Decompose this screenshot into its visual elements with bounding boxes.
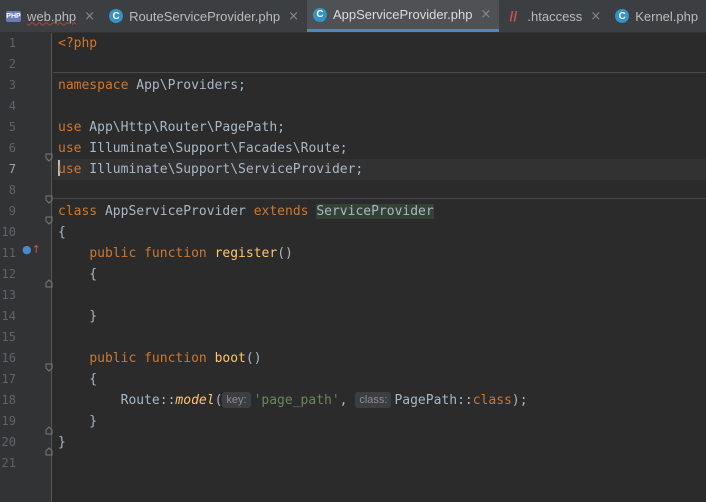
line-number: 9 xyxy=(8,204,16,218)
close-icon[interactable]: × xyxy=(288,9,299,24)
code-text: App\Providers; xyxy=(128,78,246,93)
tab-app-service-provider[interactable]: C AppServiceProvider.php × xyxy=(307,0,500,32)
close-icon[interactable]: × xyxy=(590,9,601,24)
line-number: 3 xyxy=(8,78,16,92)
tab-htaccess[interactable]: // .htaccess × xyxy=(499,0,609,32)
code-line-20: } xyxy=(53,432,706,453)
line-number: 18 xyxy=(1,393,16,407)
static-method-call: model xyxy=(175,393,215,408)
keyword: extends xyxy=(253,204,309,219)
string-literal: 'page_path' xyxy=(253,393,340,408)
htaccess-icon: // xyxy=(509,8,518,24)
tab-label: RouteServiceProvider.php xyxy=(129,8,281,24)
keyword: use xyxy=(58,141,82,156)
tab-label: AppServiceProvider.php xyxy=(333,7,473,22)
highlighted-parent-class: ServiceProvider xyxy=(316,204,434,219)
keyword: public xyxy=(89,351,137,366)
line-number: 21 xyxy=(1,456,16,470)
code-line-10: { xyxy=(53,222,706,243)
close-icon[interactable]: × xyxy=(480,7,491,22)
line-number: 17 xyxy=(1,372,16,386)
tab-route-service-provider[interactable]: C RouteServiceProvider.php × xyxy=(103,0,307,32)
line-number: 12 xyxy=(1,267,16,281)
function-name: boot xyxy=(214,351,246,366)
fold-marker-icon[interactable] xyxy=(45,279,53,288)
code-line-19: } xyxy=(53,411,706,432)
line-number: 6 xyxy=(8,141,16,155)
code-line-17: { xyxy=(53,369,706,390)
line-number: 1 xyxy=(8,36,16,50)
php-class-icon: C xyxy=(109,9,124,23)
line-number: 11 xyxy=(1,246,16,260)
line-number: 4 xyxy=(8,99,16,113)
code-line-5: use App\Http\Router\PagePath; xyxy=(53,117,706,138)
method-override-icon[interactable]: ●↑ xyxy=(22,243,41,256)
parameter-hint-key: key: xyxy=(222,392,251,408)
fold-marker-icon[interactable] xyxy=(45,363,53,372)
tab-kernel-php[interactable]: C Kernel.php xyxy=(609,0,706,32)
code-line-7-current: use Illuminate\Support\ServiceProvider; xyxy=(53,159,706,180)
tab-label: .htaccess xyxy=(527,8,583,24)
code-line-1: <?php xyxy=(53,33,706,54)
line-number: 5 xyxy=(8,120,16,134)
keyword: class xyxy=(58,204,98,219)
code-line-9: class AppServiceProvider extends Service… xyxy=(53,201,706,222)
brace: { xyxy=(58,267,98,282)
line-number-gutter[interactable]: 1 2 3 4 5 6 7 8 9 10 11 12 13 14 15 16 1… xyxy=(0,33,53,502)
code-editor[interactable]: <?php namespace App\Providers; use App\H… xyxy=(53,33,706,502)
code-text: Illuminate\Support\ServiceProvider; xyxy=(81,162,364,177)
line-number-current: 7 xyxy=(8,162,16,176)
line-number: 15 xyxy=(1,330,16,344)
fold-marker-icon[interactable] xyxy=(45,216,53,225)
keyword: namespace xyxy=(58,78,129,93)
line-number: 19 xyxy=(1,414,16,428)
keyword: class xyxy=(472,393,512,408)
code-line-16: public function boot() xyxy=(89,351,262,366)
brace: { xyxy=(58,372,98,387)
brace: { xyxy=(58,225,66,240)
php-file-icon: PHP xyxy=(6,10,21,22)
brace: } xyxy=(58,435,66,450)
parameter-hint-class: class: xyxy=(355,392,392,408)
php-class-icon: C xyxy=(615,9,630,23)
fold-marker-icon[interactable] xyxy=(45,447,53,456)
tab-web-php[interactable]: PHP web.php × xyxy=(0,0,103,32)
php-open-tag: <?php xyxy=(58,36,98,51)
line-number: 8 xyxy=(8,183,16,197)
code-line-18: Route::model(key:'page_path', class: Page… xyxy=(120,392,528,408)
function-name: register xyxy=(214,246,278,261)
line-number: 16 xyxy=(1,351,16,365)
code-line-14: } xyxy=(53,306,706,327)
code-text: App\Http\Router\PagePath; xyxy=(81,120,285,135)
code-text: PagePath:: xyxy=(394,393,473,408)
code-text: Illuminate\Support\Facades\Route; xyxy=(81,141,348,156)
line-number: 10 xyxy=(1,225,16,239)
tab-label: Kernel.php xyxy=(635,8,699,24)
line-number: 2 xyxy=(8,57,16,71)
close-icon[interactable]: × xyxy=(84,9,95,24)
line-number: 14 xyxy=(1,309,16,323)
line-number: 20 xyxy=(1,435,16,449)
code-line-12: { xyxy=(53,264,706,285)
keyword: function xyxy=(144,351,207,366)
fold-marker-icon[interactable] xyxy=(45,426,53,435)
editor-tab-bar: PHP web.php × C RouteServiceProvider.php… xyxy=(0,0,706,33)
keyword: use xyxy=(58,120,82,135)
php-class-icon: C xyxy=(313,7,327,22)
code-line-6: use Illuminate\Support\Facades\Route; xyxy=(53,138,706,159)
line-number: 13 xyxy=(1,288,16,302)
keyword: function xyxy=(144,246,207,261)
keyword: use xyxy=(58,162,82,177)
keyword: public xyxy=(89,246,137,261)
brace: } xyxy=(58,414,98,429)
class-name: AppServiceProvider xyxy=(97,204,254,219)
code-text: Route:: xyxy=(120,393,176,408)
brace: } xyxy=(58,309,98,324)
code-line-11: public function register() xyxy=(89,246,293,261)
tab-label: web.php xyxy=(27,8,77,24)
code-line-3: namespace App\Providers; xyxy=(53,75,706,96)
fold-marker-icon[interactable] xyxy=(45,195,53,204)
fold-marker-icon[interactable] xyxy=(45,153,53,162)
